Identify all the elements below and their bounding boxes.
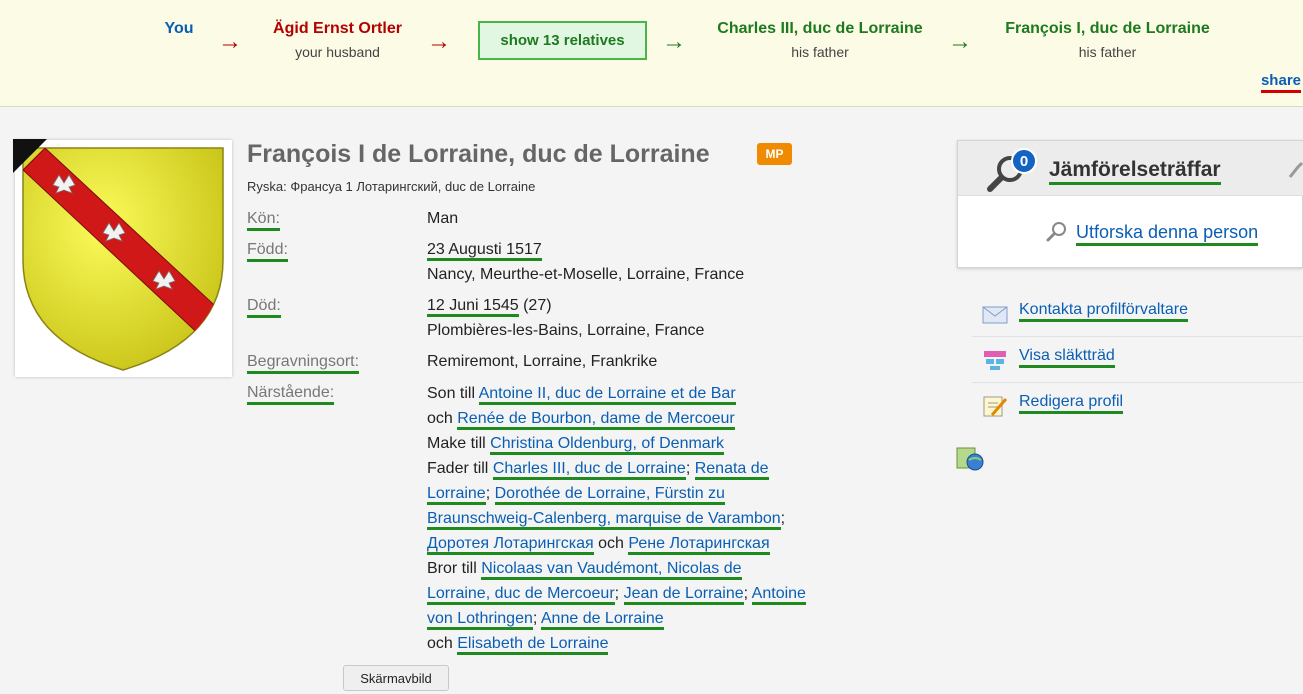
- rel-husband[interactable]: Ägid Ernst Ortler your husband: [255, 20, 420, 60]
- page-title: François I de Lorraine, duc de Lorraine: [247, 140, 710, 168]
- arrow-icon: →: [427, 28, 451, 55]
- contact-manager-row[interactable]: Kontakta profilförvaltare: [972, 293, 1303, 337]
- arrow-icon: →: [948, 28, 972, 55]
- profile-photo[interactable]: [15, 140, 232, 377]
- and-text: och: [427, 410, 453, 427]
- and-text: och: [598, 535, 624, 552]
- burial-label: Begravningsort:: [247, 352, 360, 374]
- rel-father2-name[interactable]: François I, duc de Lorraine: [990, 20, 1225, 38]
- died-place: Plombières-les-Bains, Lorraine, France: [427, 322, 705, 339]
- rel-father2[interactable]: François I, duc de Lorraine his father: [990, 20, 1225, 60]
- arrow-icon: →: [662, 28, 686, 55]
- rel-husband-role: your husband: [295, 44, 380, 60]
- died-label: Död:: [247, 296, 281, 318]
- book-globe-icon[interactable]: [956, 446, 984, 472]
- separator: ;: [485, 485, 491, 502]
- separator: ;: [743, 585, 749, 602]
- mp-badge[interactable]: MP: [757, 143, 792, 165]
- rel-you-label[interactable]: You: [150, 20, 208, 38]
- died-date: 12 Juni 1545: [427, 297, 519, 317]
- edit-profile-link[interactable]: Redigera profil: [1019, 393, 1124, 414]
- relatives-label: Närstående:: [247, 383, 335, 405]
- rel-father1-name[interactable]: Charles III, duc de Lorraine: [700, 20, 940, 38]
- match-panel-header[interactable]: 0 Jämförelseträffar: [958, 141, 1303, 196]
- relative-link[interactable]: Jean de Lorraine: [623, 585, 744, 605]
- envelope-icon: [982, 306, 1008, 324]
- died-age: (27): [518, 297, 552, 314]
- separator: ;: [780, 510, 786, 527]
- view-tree-row[interactable]: Visa släktträd: [972, 339, 1303, 383]
- relative-link[interactable]: Рене Лотарингская: [628, 535, 770, 555]
- family-tree-icon: [984, 351, 1006, 370]
- relative-link[interactable]: Christina Oldenburg, of Denmark: [490, 435, 725, 455]
- relative-link[interactable]: Anne de Lorraine: [540, 610, 664, 630]
- rel-you[interactable]: You: [150, 20, 208, 38]
- explore-person-link[interactable]: Utforska denna person: [1076, 222, 1259, 246]
- burial-value: Remiremont, Lorraine, Frankrike: [427, 353, 658, 370]
- relative-link[interactable]: Renée de Bourbon, dame de Mercoeur: [457, 410, 735, 430]
- relative-link[interactable]: Charles III, duc de Lorraine: [492, 460, 686, 480]
- and-text: och: [427, 635, 453, 652]
- rel-father1[interactable]: Charles III, duc de Lorraine his father: [700, 20, 940, 60]
- relationship-bar: You → Ägid Ernst Ortler your husband → s…: [0, 0, 1303, 107]
- separator: ;: [614, 585, 620, 602]
- relative-link[interactable]: Доротея Лотарингская: [427, 535, 594, 555]
- match-count-badge: 0: [1011, 148, 1037, 174]
- alt-name: Ryska: Франсуа 1 Лотарингский, duc de Lo…: [247, 179, 536, 194]
- separator: ;: [685, 460, 691, 477]
- match-panel: 0 Jämförelseträffar Utforska denna perso…: [957, 140, 1303, 268]
- magnifier-icon: [1046, 222, 1066, 242]
- separator: ;: [532, 610, 538, 627]
- show-relatives-button[interactable]: show 13 relatives: [478, 21, 647, 60]
- father-of-text: Fader till: [427, 460, 489, 477]
- match-title[interactable]: Jämförelseträffar: [1049, 158, 1221, 185]
- gender-label: Kön:: [247, 209, 280, 231]
- coat-of-arms-image: [22, 147, 224, 371]
- screenshot-tooltip: Skärmavbild: [343, 665, 449, 691]
- relatives-list: Son till Antoine II, duc de Lorraine et …: [427, 381, 807, 656]
- contact-manager-link[interactable]: Kontakta profilförvaltare: [1019, 301, 1188, 322]
- born-value: 23 Augusti 1517 Nancy, Meurthe-et-Mosell…: [427, 237, 744, 287]
- edit-profile-row[interactable]: Redigera profil: [972, 385, 1303, 429]
- edit-icon: [983, 396, 1008, 417]
- born-date: 23 Augusti 1517: [427, 241, 542, 261]
- rel-father1-role: his father: [791, 44, 849, 60]
- spouse-of-text: Make till: [427, 435, 486, 452]
- gender-value: Man: [427, 210, 459, 227]
- arrow-icon: →: [218, 28, 242, 55]
- relative-link[interactable]: Elisabeth de Lorraine: [457, 635, 609, 655]
- mourning-ribbon-icon: [13, 139, 47, 173]
- rel-father2-role: his father: [1078, 44, 1137, 60]
- rel-husband-name[interactable]: Ägid Ernst Ortler: [255, 20, 420, 38]
- born-place: Nancy, Meurthe-et-Moselle, Lorraine, Fra…: [427, 266, 745, 283]
- born-label: Född:: [247, 240, 288, 262]
- share-link[interactable]: share: [1260, 72, 1301, 93]
- wrench-icon[interactable]: [1288, 159, 1303, 179]
- brother-of-text: Bror till: [427, 560, 477, 577]
- relative-link[interactable]: Antoine II, duc de Lorraine et de Bar: [478, 385, 736, 405]
- son-of-text: Son till: [427, 385, 476, 402]
- died-value: 12 Juni 1545 (27) Plombières-les-Bains, …: [427, 293, 704, 343]
- view-tree-link[interactable]: Visa släktträd: [1019, 347, 1115, 368]
